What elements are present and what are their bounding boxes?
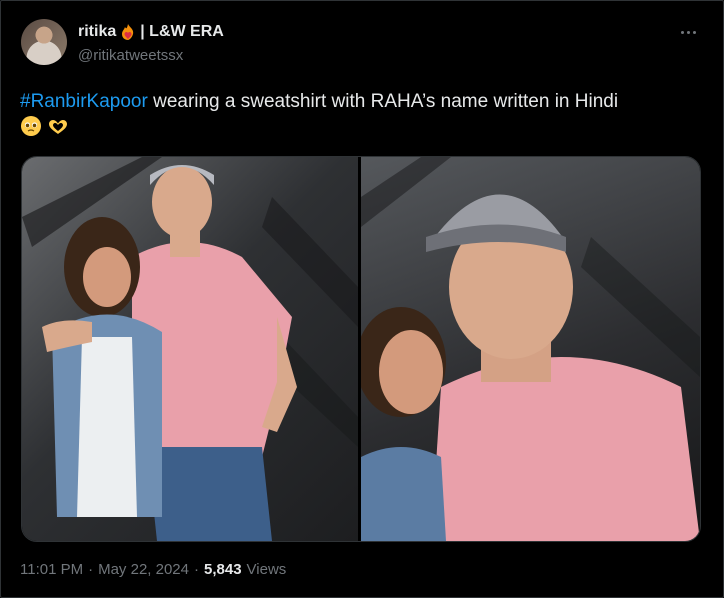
meta-separator: ·: [194, 561, 199, 578]
heart-hands-icon: [49, 120, 67, 134]
photo-left[interactable]: [22, 157, 358, 541]
views-label: Views: [246, 561, 287, 578]
tweet-text: #RanbirKapoor wearing a sweatshirt with …: [20, 89, 700, 141]
meta-separator: ·: [88, 561, 94, 578]
more-dot-icon: [680, 30, 684, 34]
tweet-body-text: wearing a sweatshirt with RAHA’s name wr…: [147, 91, 619, 112]
author-display-name[interactable]: ritika: [78, 23, 116, 41]
media-grid: [21, 156, 701, 542]
pleading-face-icon: [21, 116, 41, 136]
author-handle[interactable]: @ritikatweetssx: [78, 47, 183, 64]
more-dot-icon: [686, 30, 690, 34]
more-dot-icon: [692, 30, 696, 34]
tweet-meta: 11:01 PM · May 22, 2024 · 5,843 Views: [20, 561, 286, 578]
photo-left-illustration: [22, 157, 358, 541]
tweet-date[interactable]: May 22, 2024: [98, 561, 189, 578]
fire-heart-icon: [122, 24, 134, 40]
photo-right-illustration: [361, 157, 700, 541]
hashtag-link[interactable]: #RanbirKapoor: [20, 91, 148, 112]
author-name-row[interactable]: ritika | L&W ERA: [78, 22, 224, 42]
tweet-time[interactable]: 11:01 PM: [20, 561, 83, 578]
author-name-suffix: | L&W ERA: [140, 23, 224, 40]
avatar[interactable]: [21, 19, 67, 65]
views-count: 5,843: [204, 561, 242, 578]
photo-right[interactable]: [361, 157, 700, 541]
more-options-button[interactable]: [676, 24, 700, 40]
